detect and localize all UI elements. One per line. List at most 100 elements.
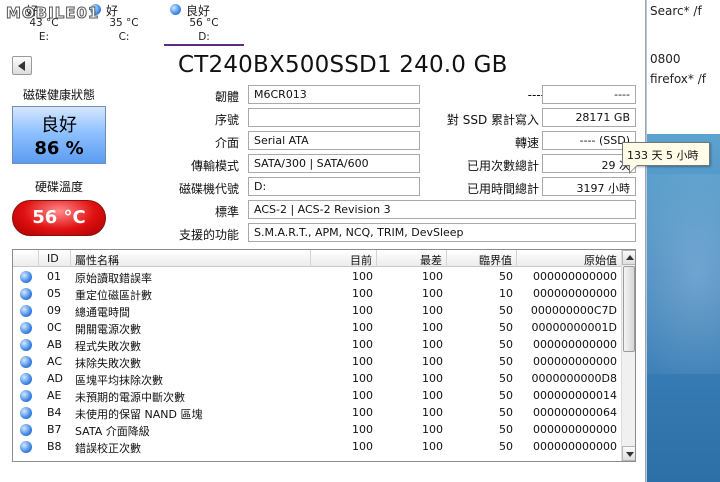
attribute-name: 程式失敗次數 (75, 340, 141, 353)
status-dot-icon (20, 407, 32, 419)
drive-tab-d[interactable]: 良好 56 °C D: (164, 0, 244, 46)
attribute-id: B8 (47, 440, 62, 453)
attribute-worst: 100 (422, 372, 443, 385)
status-dot-icon (20, 339, 32, 351)
attribute-worst: 100 (422, 270, 443, 283)
column-header-attribute[interactable]: 屬性名稱 (71, 250, 311, 267)
features-field: S.M.A.R.T., APM, NCQ, TRIM, DevSleep (248, 223, 636, 242)
column-header-id[interactable]: ID (39, 250, 71, 267)
attribute-current: 100 (352, 321, 373, 334)
table-row[interactable]: AB 程式失敗次數 100 100 50 000000000000 (13, 336, 621, 353)
power-on-hours-label: 已用時間總計 (466, 182, 539, 196)
scroll-thumb[interactable] (623, 266, 635, 352)
drive-letter: C: (118, 31, 130, 43)
table-row[interactable]: 09 總通電時間 100 100 50 000000000C7D (13, 302, 621, 319)
attribute-worst: 100 (422, 406, 443, 419)
attribute-id: B7 (47, 423, 62, 436)
status-dot-icon (20, 322, 32, 334)
transfer-mode-field: SATA/300 | SATA/600 (248, 154, 420, 173)
crystaldiskinfo-window: 好 43 °C E: 好 35 °C C: 良好 56 °C D: MOBILE… (0, 0, 710, 482)
drive-tabs: 好 43 °C E: 好 35 °C C: 良好 56 °C D: MOBILE… (0, 0, 646, 46)
page-title: CT240BX500SSD1 240.0 GB (178, 52, 508, 78)
attribute-id: AC (47, 355, 63, 368)
column-header-worst[interactable]: 最差 (377, 250, 447, 267)
table-row[interactable]: 01 原始讀取錯誤率 100 100 50 000000000000 (13, 268, 621, 285)
attribute-name: SATA 介面降級 (75, 425, 150, 438)
attribute-threshold: 50 (499, 423, 513, 436)
background-text-line: firefox* /f (650, 72, 706, 86)
health-label: 磁碟健康狀態 (22, 88, 95, 102)
temperature-badge[interactable]: 56 °C (12, 200, 106, 236)
attribute-current: 100 (352, 338, 373, 351)
attribute-raw: 000000000014 (533, 389, 617, 402)
attribute-raw: 000000000000 (533, 270, 617, 283)
attribute-raw: 000000000000 (533, 423, 617, 436)
firmware-label: 韌體 (214, 90, 239, 104)
desktop-background (647, 134, 720, 482)
scroll-up-button[interactable] (622, 250, 635, 265)
attribute-current: 100 (352, 440, 373, 453)
interface-label: 介面 (214, 136, 239, 150)
table-row[interactable]: 05 重定位磁區計數 100 100 10 000000000000 (13, 285, 621, 302)
table-row[interactable]: B4 未使用的保留 NAND 區塊 100 100 50 000000000064 (13, 404, 621, 421)
column-header-raw[interactable]: 原始值 (517, 250, 621, 267)
table-row[interactable]: AE 未預期的電源中斷次數 100 100 50 000000000014 (13, 387, 621, 404)
table-row[interactable]: B8 錯誤校正次數 100 100 50 000000000000 (13, 438, 621, 455)
attribute-id: AE (47, 389, 62, 402)
smart-attributes-table: ID 屬性名稱 目前 最差 臨界值 原始值 01 原始讀取錯誤率 100 100 50 0… (12, 249, 636, 462)
table-row[interactable]: AC 抹除失敗次數 100 100 50 000000000000 (13, 353, 621, 370)
attribute-raw: 000000000000 (533, 440, 617, 453)
status-dot-icon (20, 356, 32, 368)
column-header-status[interactable] (13, 250, 39, 267)
table-row[interactable]: AD 區塊平均抹除次數 100 100 50 0000000000D8 (13, 370, 621, 387)
attribute-worst: 100 (422, 338, 443, 351)
attribute-raw: 0000000000D8 (531, 372, 617, 385)
previous-drive-button[interactable] (12, 56, 32, 75)
attribute-current: 100 (352, 406, 373, 419)
attribute-threshold: 50 (499, 338, 513, 351)
power-on-hours-field: 3197 小時 (542, 177, 636, 196)
total-writes-label: 對 SSD 累計寫入 (446, 113, 539, 127)
attribute-raw: 000000000000 (533, 287, 617, 300)
unknown-field: ---- (542, 85, 636, 104)
background-window: Searc* /f 0800 firefox* /f (646, 0, 720, 482)
attribute-raw: 000000000C7D (530, 304, 617, 317)
table-scrollbar[interactable] (621, 250, 635, 461)
attribute-threshold: 50 (499, 389, 513, 402)
table-row[interactable]: 0C 開關電源次數 100 100 50 00000000001D (13, 319, 621, 336)
health-status-badge[interactable]: 良好 86 % (12, 106, 106, 164)
attribute-worst: 100 (422, 321, 443, 334)
status-dot-icon (20, 441, 32, 453)
attribute-threshold: 10 (499, 287, 513, 300)
health-percent-text: 86 % (34, 138, 84, 159)
drive-letter-field: D: (248, 177, 420, 196)
attribute-threshold: 50 (499, 406, 513, 419)
attribute-id: 0C (47, 321, 62, 334)
column-header-current[interactable]: 目前 (311, 250, 377, 267)
table-row[interactable]: B7 SATA 介面降級 100 100 50 000000000000 (13, 421, 621, 438)
mobile01-watermark-logo: MOBILE01 (6, 4, 99, 23)
attribute-name: 總通電時間 (75, 306, 130, 319)
status-dot-icon (20, 305, 32, 317)
scroll-down-button[interactable] (622, 446, 635, 461)
transfer-mode-label: 傳輸模式 (190, 159, 239, 173)
attribute-raw: 00000000001D (531, 321, 617, 334)
attribute-current: 100 (352, 270, 373, 283)
attribute-id: AB (47, 338, 63, 351)
standard-field: ACS-2 | ACS-2 Revision 3 (248, 200, 636, 219)
attribute-id: 01 (47, 270, 61, 283)
attribute-worst: 100 (422, 423, 443, 436)
attribute-raw: 000000000000 (533, 355, 617, 368)
status-dot-icon (20, 288, 32, 300)
standard-label: 標準 (214, 205, 239, 219)
attribute-worst: 100 (422, 304, 443, 317)
attribute-id: 05 (47, 287, 61, 300)
drive-letter: D: (198, 31, 210, 43)
power-on-hours-tooltip: 133 天 5 小時 (622, 142, 710, 174)
column-header-threshold[interactable]: 臨界值 (447, 250, 517, 267)
attribute-threshold: 50 (499, 270, 513, 283)
health-status-text: 良好 (41, 115, 77, 136)
attribute-threshold: 50 (499, 321, 513, 334)
drive-letter-label: 磁碟機代號 (178, 182, 239, 196)
serial-field (248, 108, 420, 127)
